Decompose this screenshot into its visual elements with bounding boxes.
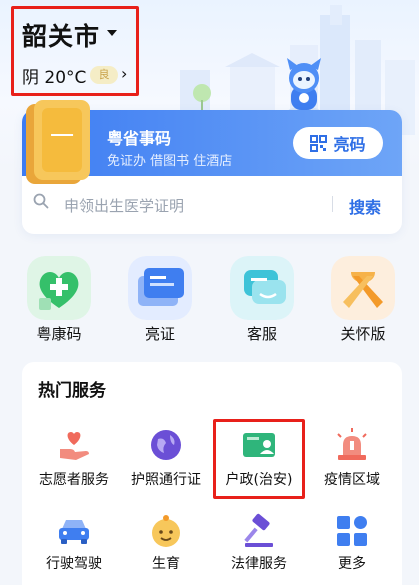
search-input[interactable]: 申领出生医学证明 xyxy=(64,195,184,216)
service-label: 疫情区域 xyxy=(324,472,380,488)
chevron-right-icon[interactable]: › xyxy=(121,64,127,83)
banner-subtitle: 免证办 借图书 住酒店 xyxy=(107,154,233,169)
mascot-icon xyxy=(287,58,321,115)
air-quality-badge: 良 xyxy=(90,66,118,84)
health-code-icon xyxy=(27,256,91,320)
city-selector[interactable]: 韶关市 xyxy=(22,17,100,53)
show-code-button[interactable]: 亮码 xyxy=(293,127,383,159)
weather-text: 阴 20°C xyxy=(22,68,87,88)
alarm-siren-icon xyxy=(337,428,367,460)
gavel-icon xyxy=(244,513,273,547)
qr-code-icon xyxy=(310,134,328,152)
search-button[interactable]: 搜索 xyxy=(349,194,381,218)
search-icon xyxy=(33,193,49,209)
certificate-icon xyxy=(128,256,192,320)
passport-icon xyxy=(151,430,181,460)
ribbon-icon xyxy=(331,256,395,320)
service-label: 户政(治安) xyxy=(225,472,293,488)
show-code-label: 亮码 xyxy=(333,135,366,154)
chat-icon xyxy=(230,256,294,320)
service-label: 护照通行证 xyxy=(131,472,201,488)
chevron-down-icon[interactable] xyxy=(107,30,117,36)
service-label: 生育 xyxy=(152,556,180,572)
quick-action-label: 亮证 xyxy=(144,325,175,343)
household-id-card-icon xyxy=(243,433,275,457)
service-label: 行驶驾驶 xyxy=(46,556,102,572)
tile-text: 一 xyxy=(50,122,74,150)
service-label: 法律服务 xyxy=(231,556,287,572)
service-label: 更多 xyxy=(338,556,366,572)
grid-more-icon xyxy=(337,516,367,546)
hot-services-title: 热门服务 xyxy=(38,381,106,401)
service-label: 志愿者服务 xyxy=(39,472,109,488)
banner-title: 粤省事码 xyxy=(107,129,172,148)
quick-action-label: 粤康码 xyxy=(36,325,82,343)
quick-action-label: 客服 xyxy=(246,325,277,343)
car-icon xyxy=(59,520,89,544)
baby-face-icon xyxy=(152,515,180,547)
volunteer-hand-heart-icon xyxy=(60,432,89,460)
search-divider xyxy=(332,196,333,212)
yss-code-tile-icon: 一 xyxy=(26,100,90,184)
quick-action-label: 关怀版 xyxy=(340,325,386,343)
